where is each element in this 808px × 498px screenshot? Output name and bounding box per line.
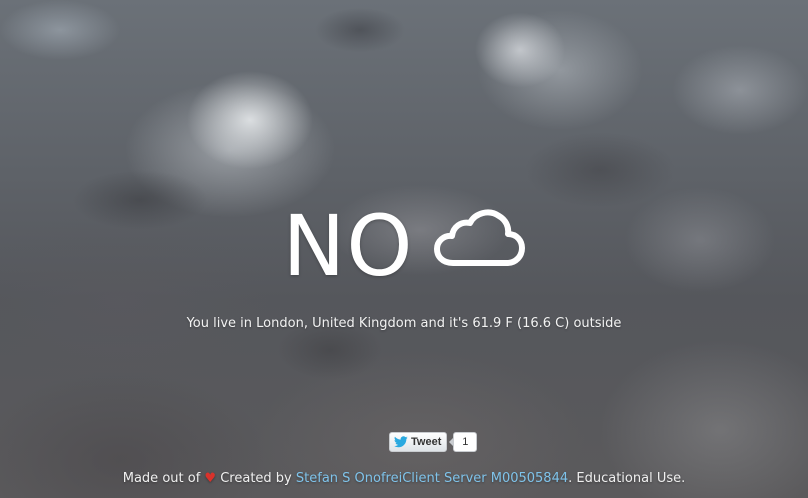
footer-created-by: Created by [220,471,292,486]
tweet-button[interactable]: Tweet [389,432,448,452]
location-temperature-text: You live in London, United Kingdom and i… [186,316,622,331]
footer-suffix: . Educational Use. [568,471,686,486]
twitter-bird-icon [394,436,408,448]
page-footer: Made out of ♥ Created by Stefan S Onofre… [0,471,808,486]
weather-answer: NO [0,196,808,296]
cloud-icon [434,209,526,266]
footer-made-out-of: Made out of [122,471,201,486]
tweet-button-label: Tweet [411,436,442,448]
author-link[interactable]: Stefan S OnofreiClient Server M00505844 [296,471,568,486]
tweet-share-widget: Tweet 1 [389,432,478,452]
heart-icon: ♥ [204,471,217,486]
answer-text: NO [282,197,414,295]
tweet-count[interactable]: 1 [449,432,478,452]
